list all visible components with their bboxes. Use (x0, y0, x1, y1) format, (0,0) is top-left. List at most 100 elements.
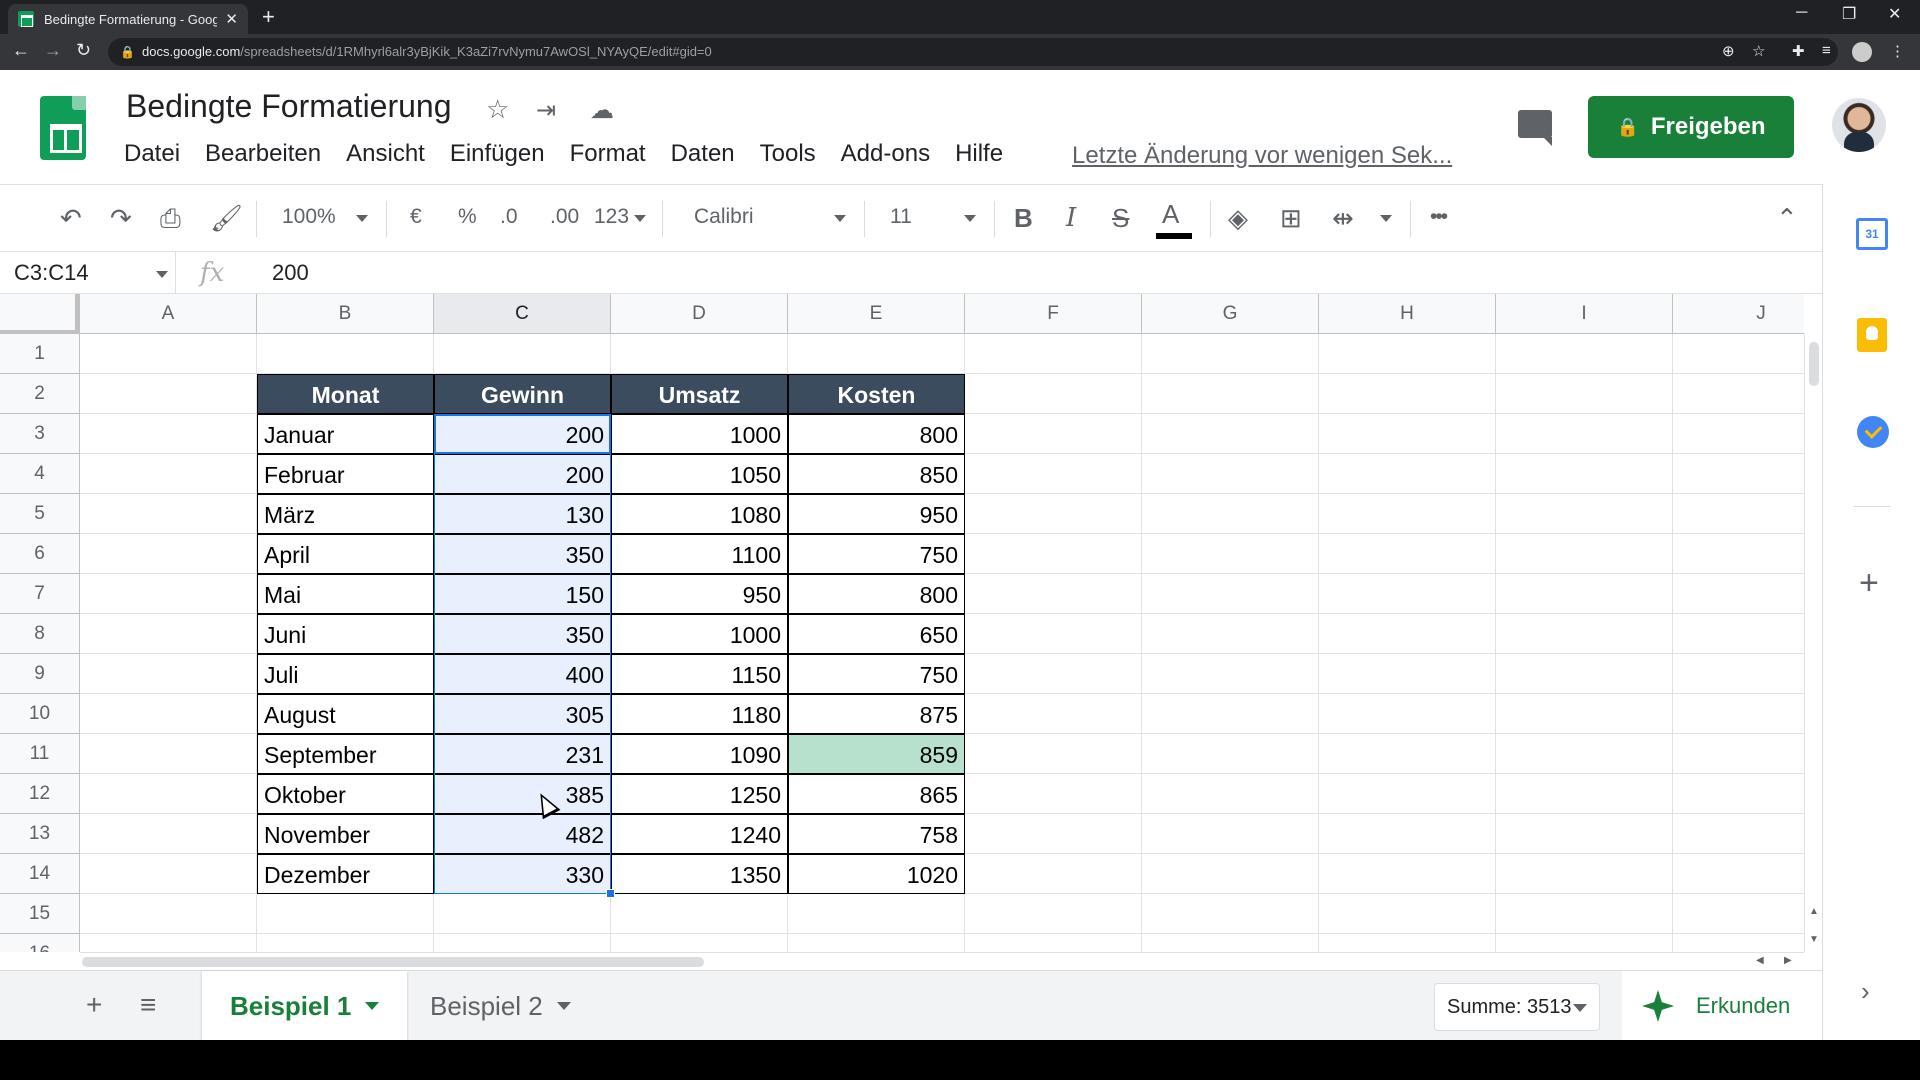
cell-kosten[interactable]: 750 (788, 654, 965, 694)
new-tab-icon[interactable]: + (262, 4, 275, 30)
menu-datei[interactable]: Datei (124, 140, 180, 168)
column-header-g[interactable]: G (1142, 294, 1319, 334)
bold-button[interactable]: B (1014, 203, 1033, 234)
row-header-4[interactable]: 4 (0, 454, 80, 494)
cell-kosten[interactable]: 650 (788, 614, 965, 654)
name-box-caret-icon[interactable] (156, 271, 168, 278)
row-header-2[interactable]: 2 (0, 374, 80, 414)
tasks-icon[interactable] (1857, 416, 1889, 448)
scroll-up-icon[interactable]: ▲ (1809, 906, 1819, 917)
header-cell-kosten[interactable]: Kosten (788, 374, 965, 414)
column-header-i[interactable]: I (1496, 294, 1673, 334)
merge-caret-icon[interactable] (1380, 215, 1392, 222)
percent-button[interactable]: % (458, 205, 477, 229)
cell-kosten[interactable]: 800 (788, 414, 965, 454)
cell-kosten[interactable]: 758 (788, 814, 965, 854)
cell-monat[interactable]: Juni (257, 614, 434, 654)
italic-button[interactable]: I (1066, 203, 1076, 233)
decrease-decimal-button[interactable]: .0 (500, 205, 518, 229)
extensions-icon[interactable]: ✚ (1792, 42, 1805, 60)
close-tab-icon[interactable]: ✕ (225, 10, 238, 28)
cell-kosten[interactable]: 875 (788, 694, 965, 734)
fill-color-icon[interactable]: ◈ (1228, 203, 1248, 234)
cell-kosten[interactable]: 859 (788, 734, 965, 774)
row-header-10[interactable]: 10 (0, 694, 80, 734)
share-button[interactable]: 🔒 Freigeben (1588, 96, 1794, 158)
more-options-button[interactable]: ••• (1430, 205, 1448, 229)
sum-select[interactable]: Summe: 3513 (1434, 983, 1600, 1031)
font-size-select[interactable]: 11 (890, 205, 912, 229)
cell-gewinn[interactable]: 482 (434, 814, 611, 854)
cell-umsatz[interactable]: 1000 (611, 614, 788, 654)
font-caret-icon[interactable] (834, 215, 846, 222)
vertical-scrollbar[interactable]: ▲ ▼ (1804, 334, 1822, 952)
back-icon[interactable]: ← (12, 40, 30, 61)
menu-tools[interactable]: Tools (760, 140, 816, 168)
cell-umsatz[interactable]: 1000 (611, 414, 788, 454)
row-header-11[interactable]: 11 (0, 734, 80, 774)
cell-umsatz[interactable]: 1090 (611, 734, 788, 774)
cell-gewinn[interactable]: 385 (434, 774, 611, 814)
keep-icon[interactable] (1857, 318, 1887, 352)
row-header-6[interactable]: 6 (0, 534, 80, 574)
menu-daten[interactable]: Daten (671, 140, 735, 168)
cell-gewinn[interactable]: 400 (434, 654, 611, 694)
cell-gewinn[interactable]: 200 (434, 454, 611, 494)
cell-kosten[interactable]: 750 (788, 534, 965, 574)
row-header-3[interactable]: 3 (0, 414, 80, 454)
column-header-j[interactable]: J (1673, 294, 1804, 334)
scroll-left-icon[interactable]: ◀ (1756, 955, 1764, 966)
column-header-d[interactable]: D (611, 294, 788, 334)
browser-menu-icon[interactable]: ⋮ (1890, 42, 1905, 60)
vertical-scroll-thumb[interactable] (1809, 342, 1819, 386)
forward-icon[interactable]: → (44, 40, 62, 61)
sum-caret-icon[interactable] (1573, 1004, 1587, 1012)
cell-umsatz[interactable]: 1050 (611, 454, 788, 494)
font-select[interactable]: Calibri (694, 205, 754, 229)
move-folder-icon[interactable]: ⇥ (536, 96, 556, 125)
borders-icon[interactable]: ⊞ (1280, 203, 1302, 234)
cell-monat[interactable]: Oktober (257, 774, 434, 814)
cell-umsatz[interactable]: 950 (611, 574, 788, 614)
redo-icon[interactable]: ↷ (110, 203, 132, 234)
cell-monat[interactable]: November (257, 814, 434, 854)
calendar-icon[interactable]: 31 (1856, 218, 1888, 250)
row-header-8[interactable]: 8 (0, 614, 80, 654)
scroll-right-icon[interactable]: ▶ (1784, 955, 1792, 966)
cell-monat[interactable]: August (257, 694, 434, 734)
merge-cells-icon[interactable]: ⇹ (1332, 203, 1354, 234)
cell-gewinn[interactable]: 350 (434, 614, 611, 654)
cell-monat[interactable]: Juli (257, 654, 434, 694)
menu-hilfe[interactable]: Hilfe (955, 140, 1003, 168)
avatar[interactable] (1832, 98, 1886, 152)
sheet-tab-beispiel-2[interactable]: Beispiel 2 (402, 971, 599, 1041)
menu-addons[interactable]: Add-ons (841, 140, 930, 168)
row-header-14[interactable]: 14 (0, 854, 80, 894)
column-header-h[interactable]: H (1319, 294, 1496, 334)
zoom-caret-icon[interactable] (356, 215, 368, 222)
cell-monat[interactable]: April (257, 534, 434, 574)
menu-format[interactable]: Format (570, 140, 646, 168)
spreadsheet-grid[interactable]: ABCDEFGHIJ12345678910111213141516MonatGe… (0, 294, 1804, 952)
reload-icon[interactable]: ↻ (76, 40, 91, 61)
menu-einfuegen[interactable]: Einfügen (450, 140, 545, 168)
increase-decimal-button[interactable]: .00 (550, 205, 579, 229)
undo-icon[interactable]: ↶ (60, 203, 82, 234)
window-close-icon[interactable]: ✕ (1888, 4, 1901, 24)
row-header-12[interactable]: 12 (0, 774, 80, 814)
cell-kosten[interactable]: 800 (788, 574, 965, 614)
restore-icon[interactable]: ❐ (1842, 4, 1856, 24)
reading-list-icon[interactable]: ≡ (1822, 42, 1831, 59)
row-header-13[interactable]: 13 (0, 814, 80, 854)
column-header-a[interactable]: A (80, 294, 257, 334)
collapse-toolbar-icon[interactable]: ⌃ (1776, 203, 1798, 234)
cloud-status-icon[interactable]: ☁ (590, 96, 614, 125)
menu-bearbeiten[interactable]: Bearbeiten (205, 140, 321, 168)
row-header-16[interactable]: 16 (0, 934, 80, 952)
comment-history-icon[interactable] (1518, 110, 1552, 146)
number-format-button[interactable]: 123 (594, 205, 629, 229)
header-cell-monat[interactable]: Monat (257, 374, 434, 414)
cell-kosten[interactable]: 950 (788, 494, 965, 534)
horizontal-scrollbar[interactable]: ◀ ▶ (80, 952, 1804, 970)
zoom-icon[interactable]: ⊕ (1722, 42, 1735, 60)
